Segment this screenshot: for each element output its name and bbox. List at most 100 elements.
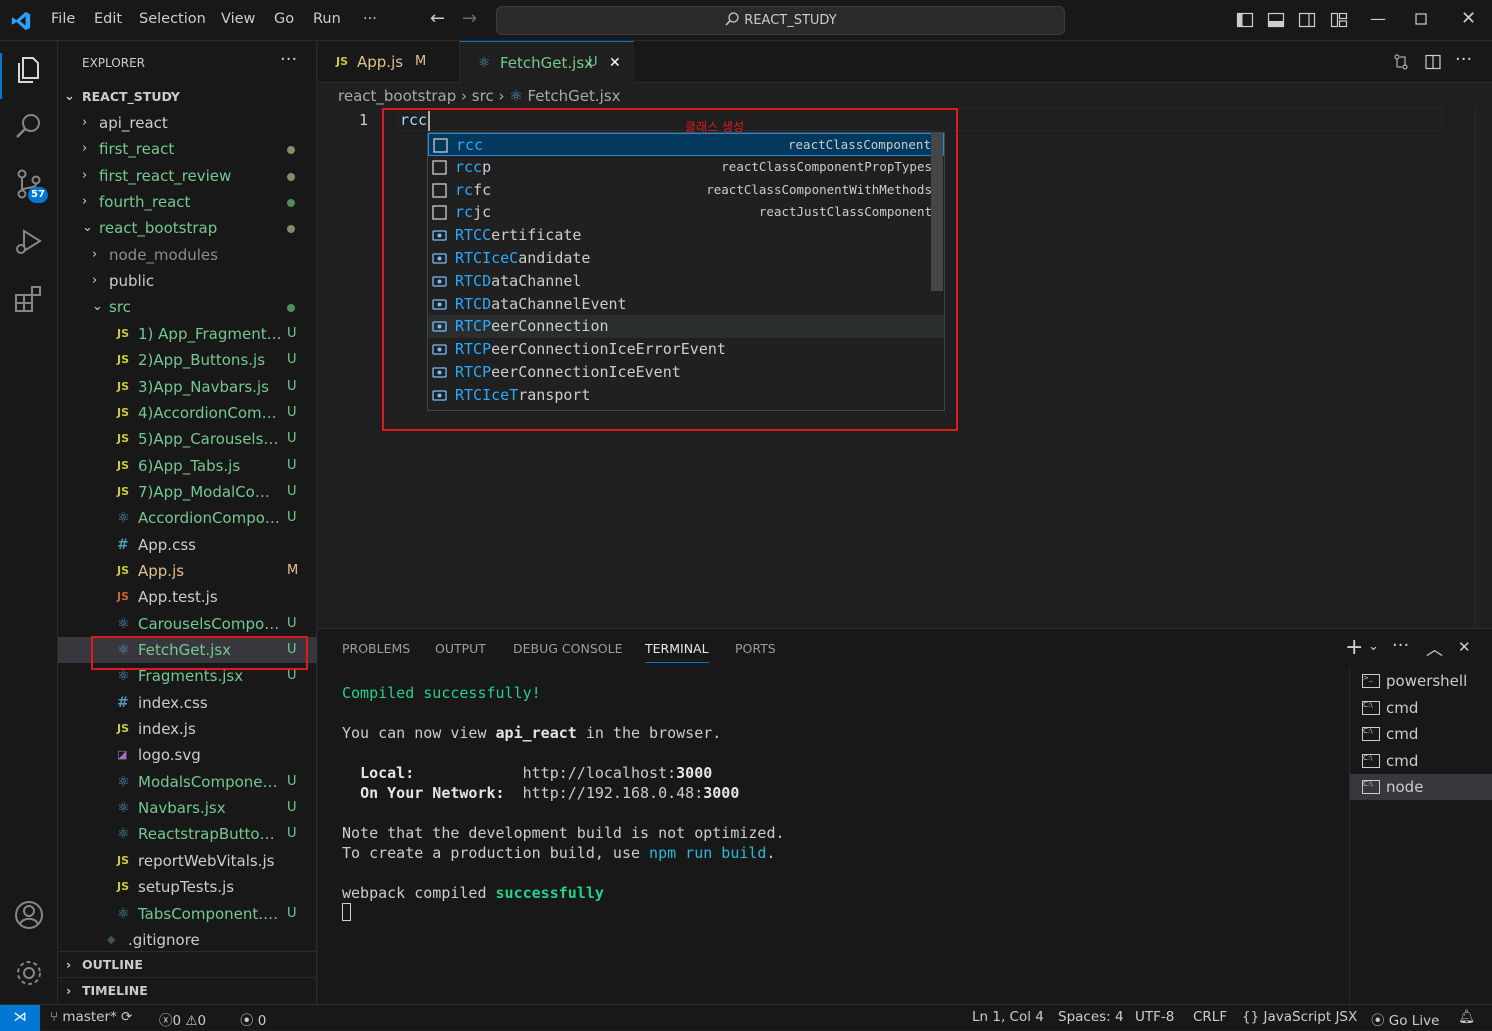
close-panel-icon[interactable]: ✕ xyxy=(1458,638,1471,656)
file-item[interactable]: # App.css xyxy=(58,532,317,558)
language-mode[interactable]: {} JavaScript JSX xyxy=(1242,1009,1357,1025)
terminal-instance[interactable]: C:\ cmd xyxy=(1350,721,1492,747)
notifications-bell-icon[interactable]: 🔔︎ xyxy=(1458,1009,1475,1025)
file-item[interactable]: JS App.js M xyxy=(58,558,317,584)
folder-item[interactable]: › api_react xyxy=(58,110,317,136)
tab-output[interactable]: OUTPUT xyxy=(435,641,486,656)
toggle-secondary-sidebar-icon[interactable] xyxy=(1298,11,1316,29)
file-item[interactable]: JS setupTests.js xyxy=(58,874,317,900)
go-live-button[interactable]: ⦿ Go Live xyxy=(1371,1009,1439,1029)
toggle-primary-sidebar-icon[interactable] xyxy=(1236,11,1254,29)
file-item[interactable]: ⚛ TabsComponent.jsx U xyxy=(58,901,317,927)
problems-indicator[interactable]: ⓧ0 ⚠0 xyxy=(159,1009,206,1029)
line-ending[interactable]: CRLF xyxy=(1193,1009,1227,1025)
tree-item-label: first_react xyxy=(99,140,175,159)
indentation[interactable]: Spaces: 4 xyxy=(1058,1009,1124,1025)
open-changes-icon[interactable] xyxy=(1392,53,1410,71)
menu-file[interactable]: File xyxy=(51,11,75,27)
terminal-instance[interactable]: C:\ cmd xyxy=(1350,695,1492,721)
tree-item-label: fourth_react xyxy=(99,193,191,212)
tab-debug-console[interactable]: DEBUG CONSOLE xyxy=(513,641,622,656)
file-item[interactable]: # index.css xyxy=(58,690,317,716)
file-item[interactable]: JS 3)App_Navbars.js U xyxy=(58,374,317,400)
menu-more[interactable]: ··· xyxy=(363,11,377,27)
menu-run[interactable]: Run xyxy=(313,11,341,27)
file-item[interactable]: JS 1) App_Fragments.js U xyxy=(58,321,317,347)
branch-indicator[interactable]: ⑂ master* ⟳ xyxy=(50,1009,132,1025)
chevron-down-icon[interactable]: ⌄ xyxy=(1368,639,1379,654)
file-item[interactable]: ⚛ ModalsComponent.jsx U xyxy=(58,769,317,795)
editor-more-icon[interactable]: ··· xyxy=(1455,49,1472,70)
back-arrow-icon[interactable]: ← xyxy=(430,8,445,29)
file-item[interactable]: ⚛ CarouselsComponent... U xyxy=(58,611,317,637)
command-center-search[interactable]: REACT_STUDY xyxy=(496,6,1065,35)
folder-item[interactable]: ⌄ src xyxy=(58,294,317,320)
terminal-name: powershell xyxy=(1386,672,1468,690)
encoding[interactable]: UTF-8 xyxy=(1135,1009,1174,1025)
menu-view[interactable]: View xyxy=(221,11,255,27)
maximize-panel-icon[interactable]: ︿ xyxy=(1426,635,1443,660)
forward-arrow-icon[interactable]: → xyxy=(462,8,477,29)
maximize-icon[interactable] xyxy=(1414,12,1428,26)
ports-indicator[interactable]: ⦿ 0 xyxy=(240,1009,266,1029)
folder-item[interactable]: › public xyxy=(58,268,317,294)
workspace-root[interactable]: ⌄ REACT_STUDY xyxy=(58,84,317,110)
folder-item[interactable]: ⌄ react_bootstrap xyxy=(58,215,317,241)
breadcrumb-folder[interactable]: react_bootstrap xyxy=(338,87,456,105)
file-item[interactable]: JS index.js xyxy=(58,716,317,742)
timeline-section[interactable]: › TIMELINE xyxy=(58,977,317,1003)
explorer-icon[interactable] xyxy=(12,53,46,87)
remote-indicator-icon[interactable]: ⋊ xyxy=(0,1005,40,1031)
folder-item[interactable]: › fourth_react xyxy=(58,189,317,215)
file-item[interactable]: JS 4)AccordionCompone... U xyxy=(58,400,317,426)
tab-ports[interactable]: PORTS xyxy=(735,641,776,656)
manage-gear-icon[interactable] xyxy=(12,956,46,990)
tab-fetchget-jsx[interactable]: ⚛ FetchGet.jsx U ✕ xyxy=(460,41,634,84)
file-item[interactable]: ⚛ AccordionComponent... U xyxy=(58,505,317,531)
search-icon[interactable] xyxy=(12,109,46,143)
folder-item[interactable]: › first_react_review xyxy=(58,163,317,189)
tab-problems[interactable]: PROBLEMS xyxy=(342,641,410,656)
accounts-icon[interactable] xyxy=(12,898,46,932)
close-window-icon[interactable]: ✕ xyxy=(1461,8,1476,29)
breadcrumb-src[interactable]: src xyxy=(472,87,494,105)
run-debug-icon[interactable] xyxy=(12,224,46,258)
cursor-position[interactable]: Ln 1, Col 4 xyxy=(972,1009,1044,1025)
tab-terminal[interactable]: TERMINAL xyxy=(645,641,709,663)
terminal-instance[interactable]: C:\ cmd xyxy=(1350,748,1492,774)
file-item[interactable]: ◪ logo.svg xyxy=(58,742,317,768)
file-item[interactable]: ⚛ Navbars.jsx U xyxy=(58,795,317,821)
explorer-more-icon[interactable]: ··· xyxy=(280,49,297,70)
customize-layout-icon[interactable] xyxy=(1330,11,1348,29)
menu-selection[interactable]: Selection xyxy=(139,11,206,27)
outline-section[interactable]: › OUTLINE xyxy=(58,951,317,977)
tree-item-label: 1) App_Fragments.js xyxy=(138,324,282,343)
file-item[interactable]: ◆ .gitignore xyxy=(58,927,317,953)
file-item[interactable]: JS 6)App_Tabs.js U xyxy=(58,453,317,479)
minimize-icon[interactable]: — xyxy=(1370,9,1386,28)
tab-label: FetchGet.jsx xyxy=(500,54,594,72)
menu-go[interactable]: Go xyxy=(274,11,294,27)
tab-app-js[interactable]: JS App.js M xyxy=(318,41,460,83)
toggle-panel-icon[interactable] xyxy=(1267,11,1285,29)
file-item[interactable]: JS 5)App_CarouselsCom... U xyxy=(58,426,317,452)
split-editor-icon[interactable] xyxy=(1424,53,1442,71)
breadcrumb-file[interactable]: FetchGet.jsx xyxy=(528,87,621,105)
file-item[interactable]: ⚛ ReactstrapButtons.jsx U xyxy=(58,821,317,847)
folder-item[interactable]: › first_react xyxy=(58,136,317,162)
extensions-icon[interactable] xyxy=(12,283,46,317)
terminal-output[interactable]: Compiled successfully! You can now view … xyxy=(342,683,785,923)
file-item[interactable]: JS 7)App_ModalCompon... U xyxy=(58,479,317,505)
close-tab-icon[interactable]: ✕ xyxy=(609,42,621,84)
menu-edit[interactable]: Edit xyxy=(94,11,122,27)
file-item[interactable]: JS reportWebVitals.js xyxy=(58,848,317,874)
vscode-logo-icon[interactable] xyxy=(10,10,32,32)
terminal-instance[interactable]: C:\ node xyxy=(1350,774,1492,800)
file-item[interactable]: JS App.test.js xyxy=(58,584,317,610)
new-terminal-icon[interactable]: + xyxy=(1345,635,1363,660)
js-file-icon: JS xyxy=(117,405,130,419)
file-item[interactable]: JS 2)App_Buttons.js U xyxy=(58,347,317,373)
panel-more-icon[interactable]: ··· xyxy=(1392,635,1409,656)
terminal-instance[interactable]: >_ powershell xyxy=(1350,668,1492,694)
folder-item[interactable]: › node_modules xyxy=(58,242,317,268)
